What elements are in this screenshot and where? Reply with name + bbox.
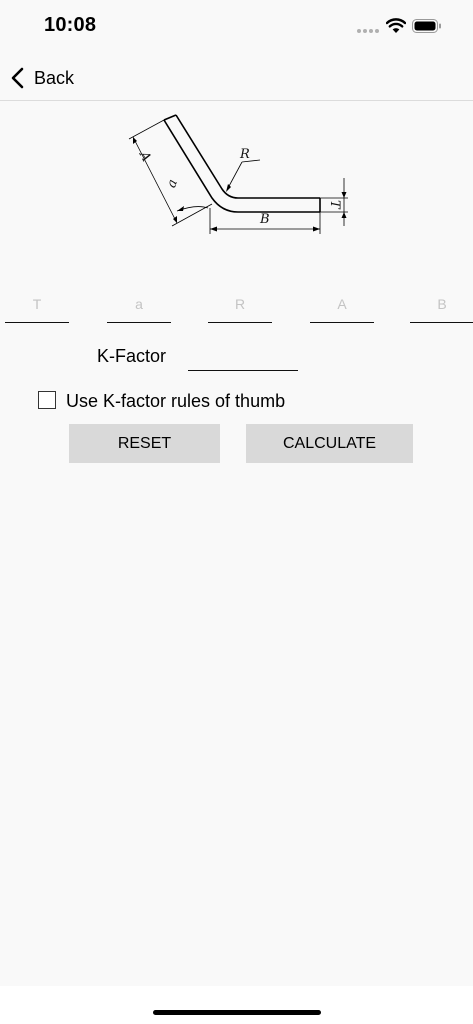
battery-icon xyxy=(412,19,441,33)
length-b-input[interactable] xyxy=(410,286,473,323)
chevron-left-icon xyxy=(11,67,24,89)
label-a-length: A xyxy=(136,148,154,164)
signal-dots-icon xyxy=(357,29,379,35)
rule-of-thumb-checkbox[interactable] xyxy=(38,391,56,409)
back-button[interactable]: Back xyxy=(10,62,74,94)
bend-diagram: A a R B T xyxy=(128,114,348,234)
kfactor-input[interactable] xyxy=(188,340,298,371)
status-time: 10:08 xyxy=(44,14,97,36)
rule-of-thumb-label: Use K-factor rules of thumb xyxy=(66,391,286,411)
label-radius: R xyxy=(239,147,250,162)
reset-button[interactable]: RESET xyxy=(69,424,220,463)
thickness-input[interactable] xyxy=(5,286,69,323)
home-indicator[interactable] xyxy=(153,1010,321,1015)
back-label: Back xyxy=(34,67,75,88)
angle-input[interactable] xyxy=(107,286,171,323)
home-indicator-area xyxy=(0,986,473,1024)
calculate-button[interactable]: CALCULATE xyxy=(246,424,413,463)
radius-input[interactable] xyxy=(208,286,272,323)
kfactor-label: K-Factor xyxy=(97,346,167,366)
screen: 10:08 Back A a R B T T a R A B K-Factor … xyxy=(0,0,473,1024)
label-b-length: B xyxy=(259,212,270,227)
parameter-inputs xyxy=(0,286,473,326)
wifi-icon xyxy=(386,18,406,33)
label-angle-a: a xyxy=(164,177,181,189)
status-bar: 10:08 xyxy=(0,0,473,56)
length-a-input[interactable] xyxy=(310,286,374,323)
navigation-bar: Back xyxy=(0,56,473,101)
label-thickness: T xyxy=(327,200,342,210)
